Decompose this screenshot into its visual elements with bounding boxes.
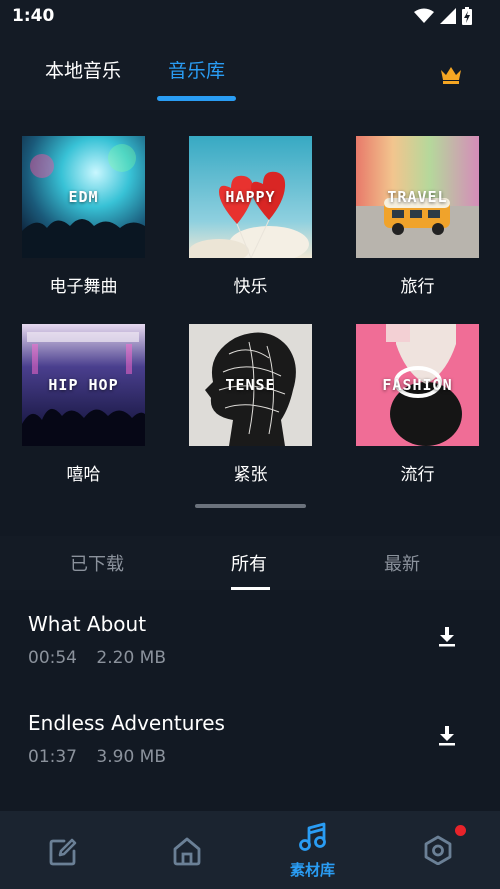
track-meta: 01:37 3.90 MB [28,747,166,767]
active-sub-tab-indicator [231,587,270,590]
genre-cover-tense[interactable]: TENSE [189,324,312,446]
genre-label-edm: 电子舞曲 [49,277,118,297]
cover-text-happy: HAPPY [225,188,276,206]
status-time: 1:40 [12,6,55,26]
cover-text-hip-hop: HIP HOP [48,376,119,394]
tab-music-library[interactable]: 音乐库 [168,56,225,83]
cover-text-tense: TENSE [225,376,276,394]
tab-all[interactable]: 所有 [231,550,267,576]
genre-label-travel: 旅行 [400,277,435,297]
tab-latest[interactable]: 最新 [384,550,420,576]
genre-label-fashion: 流行 [400,465,435,485]
genre-cover-travel[interactable]: TRAVEL [356,136,479,258]
genre-cover-fashion[interactable]: FASHION [356,324,479,446]
cellular-signal-icon [440,8,456,24]
music-note-icon [299,822,326,851]
genre-grid: EDM 电子舞曲 HAPPY 快乐 TRAVEL 旅行 HIP HOP 嘻哈 T… [0,110,500,530]
nav-edit[interactable] [0,811,125,889]
genre-label-hip-hop: 嘻哈 [66,465,101,485]
track-size: 3.90 MB [96,747,166,767]
nav-home[interactable] [125,811,250,889]
status-icons [414,7,472,25]
battery-charging-icon [462,7,472,25]
notification-badge [455,825,466,836]
track-meta: 00:54 2.20 MB [28,648,166,668]
bottom-navigation: 素材库 [0,811,500,889]
nav-library[interactable]: 素材库 [250,811,375,889]
download-icon[interactable] [434,622,460,648]
genre-label-tense: 紧张 [233,465,268,485]
crown-icon[interactable] [440,66,462,84]
wifi-icon [414,8,434,23]
download-icon[interactable] [434,721,460,747]
genre-cover-happy[interactable]: HAPPY [189,136,312,258]
top-tab-bar: 本地音乐 音乐库 [0,34,500,110]
track-duration: 01:37 [28,747,77,767]
edit-icon [49,838,77,866]
cover-text-travel: TRAVEL [387,188,448,206]
home-icon [173,837,201,866]
settings-hexagon-icon [424,835,452,865]
genre-label-happy: 快乐 [233,277,268,297]
nav-library-label: 素材库 [289,861,335,879]
cover-text-fashion: FASHION [382,376,453,394]
active-tab-indicator [157,96,236,101]
track-title: Endless Adventures [28,711,225,735]
cover-text-edm: EDM [68,188,99,206]
track-title: What About [28,612,147,636]
tab-downloaded[interactable]: 已下载 [70,550,124,576]
nav-settings[interactable] [375,811,500,889]
genre-cover-edm[interactable]: EDM [22,136,145,258]
track-size: 2.20 MB [96,648,166,668]
page-scroll-indicator [195,504,306,508]
status-bar: 1:40 [0,0,500,34]
track-filter-tabs: 已下载 所有 最新 [0,536,500,590]
track-row[interactable]: Endless Adventures 01:37 3.90 MB [0,711,500,807]
track-row[interactable]: What About 00:54 2.20 MB [0,612,500,708]
genre-cover-hip-hop[interactable]: HIP HOP [22,324,145,446]
track-duration: 00:54 [28,648,77,668]
tab-local-music[interactable]: 本地音乐 [45,56,121,83]
